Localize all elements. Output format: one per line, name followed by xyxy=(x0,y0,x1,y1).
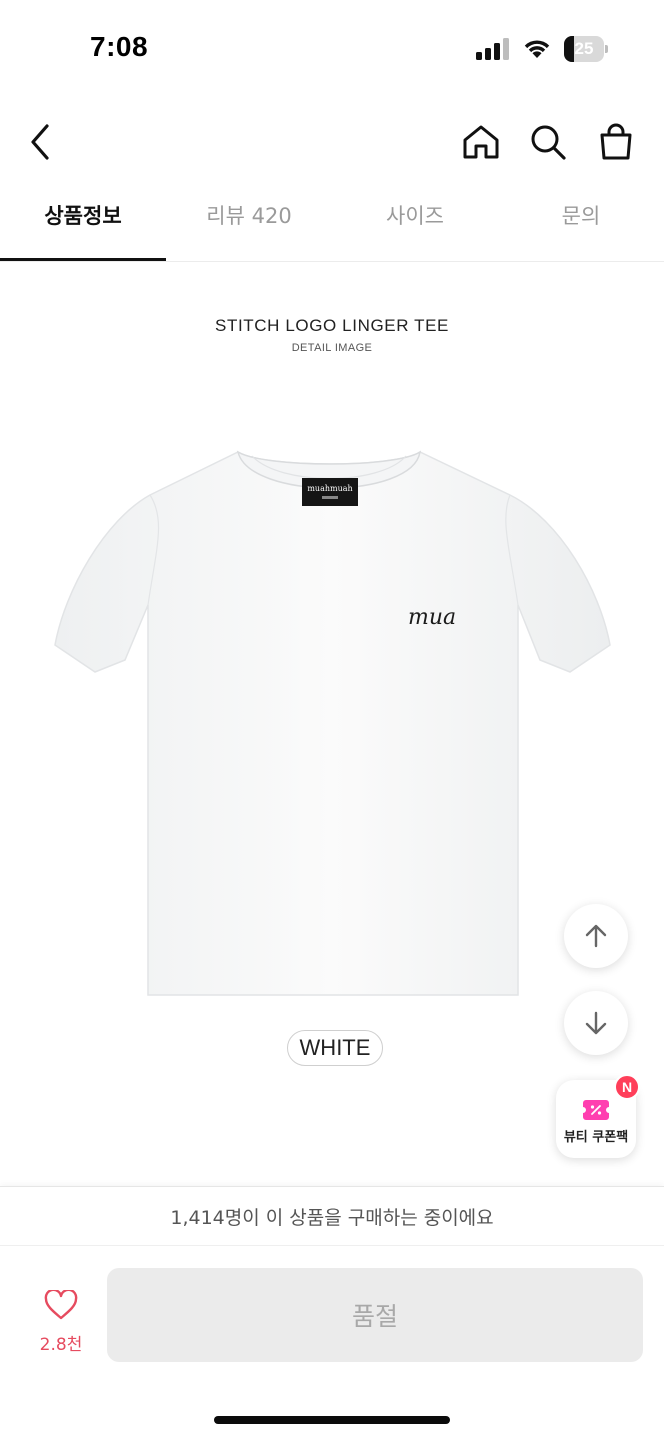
tab-size[interactable]: 사이즈 xyxy=(332,176,498,254)
back-button[interactable] xyxy=(16,118,64,166)
heart-icon xyxy=(44,1290,78,1320)
home-icon xyxy=(463,125,499,159)
shopping-bag-icon xyxy=(600,123,632,160)
bottom-action-bar: 2.8천 품절 xyxy=(0,1246,664,1440)
battery-icon: 25 xyxy=(564,36,608,62)
new-badge: N xyxy=(614,1074,640,1100)
battery-level: 25 xyxy=(574,39,594,58)
scroll-bottom-button[interactable] xyxy=(564,991,628,1055)
product-tabs: 상품정보 리뷰 420 사이즈 문의 xyxy=(0,184,664,262)
buying-now-banner: 1,414명이 이 상품을 구매하는 중이에요 xyxy=(0,1186,664,1246)
like-count: 2.8천 xyxy=(39,1335,83,1355)
cellular-signal-icon xyxy=(476,38,509,60)
product-image: muahmuah mua xyxy=(40,440,620,1010)
tab-reviews[interactable]: 리뷰 420 xyxy=(166,176,332,254)
coupon-label: 뷰티 쿠폰팩 xyxy=(563,1130,629,1145)
status-time: 7:08 xyxy=(90,31,149,62)
arrow-down-icon xyxy=(585,1011,607,1035)
chevron-left-icon xyxy=(31,124,49,160)
coupon-icon xyxy=(583,1100,609,1120)
status-icons: 25 xyxy=(476,36,608,62)
tshirt-body xyxy=(54,451,611,996)
search-icon xyxy=(531,125,566,160)
neck-label-text: muahmuah xyxy=(307,484,352,493)
chest-logo: mua xyxy=(408,605,456,630)
arrow-up-icon xyxy=(585,924,607,948)
status-bar: 7:08 25 xyxy=(0,0,664,100)
active-tab-indicator xyxy=(0,258,166,261)
sold-out-button[interactable]: 품절 xyxy=(107,1268,643,1362)
search-button[interactable] xyxy=(524,118,572,166)
color-chip: WHITE xyxy=(287,1030,383,1066)
detail-subtitle: DETAIL IMAGE xyxy=(291,342,373,354)
tab-inquiry[interactable]: 문의 xyxy=(498,176,664,254)
home-button[interactable] xyxy=(457,118,505,166)
like-button[interactable]: 2.8천 xyxy=(22,1284,100,1355)
scroll-top-button[interactable] xyxy=(564,904,628,968)
top-nav-bar xyxy=(0,100,664,184)
shopping-bag-button[interactable] xyxy=(592,118,640,166)
detail-title: STITCH LOGO LINGER TEE xyxy=(215,316,449,335)
home-indicator xyxy=(214,1416,450,1424)
wifi-icon xyxy=(524,40,550,58)
tab-product-info[interactable]: 상품정보 xyxy=(0,176,166,254)
